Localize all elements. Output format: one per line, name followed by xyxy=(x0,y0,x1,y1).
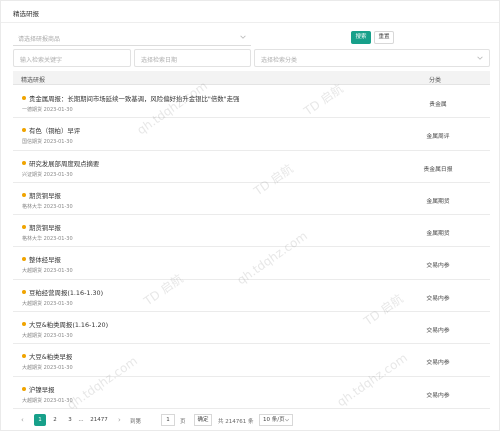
total-count: 共 214761 条 xyxy=(218,419,254,425)
report-meta: 大越期货 2023-01-30 xyxy=(22,397,73,404)
bullet-dot-icon xyxy=(22,160,26,165)
report-category: 金属期货 xyxy=(426,198,450,205)
report-title[interactable]: 有色（铜柏）早评 xyxy=(29,126,80,135)
bullet-dot-icon xyxy=(22,386,26,391)
report-meta: 大越期货 2023-01-30 xyxy=(22,300,73,307)
goto-label: 到第 xyxy=(130,419,142,425)
category-select[interactable]: 选择检索分类 xyxy=(254,49,490,67)
bullet-dot-icon xyxy=(22,225,26,230)
report-title[interactable]: 期货铜早报 xyxy=(29,223,61,232)
confirm-button[interactable]: 确定 xyxy=(194,414,212,426)
research-select[interactable]: 请选择研报商品 xyxy=(13,29,251,46)
table-header: 精选研报 分类 xyxy=(13,71,490,85)
header: 精选研报 xyxy=(1,1,499,23)
report-title[interactable]: 研究发展部周度观点摘要 xyxy=(29,159,99,168)
bullet-dot-icon xyxy=(22,289,26,294)
report-meta: 一德期货 2023-01-30 xyxy=(22,107,73,113)
column-header-title: 精选研报 xyxy=(21,77,46,84)
table-row[interactable]: 期货铜早报 格林大华 2023-01-30 金属期货 xyxy=(13,183,490,216)
page-title: 精选研报 xyxy=(13,10,39,18)
report-title[interactable]: 沪镍早报 xyxy=(29,385,55,394)
report-category: 金属期货 xyxy=(426,231,450,238)
report-category: 贵金属 xyxy=(429,102,447,108)
report-meta: 国信期货 2023-01-30 xyxy=(22,139,73,146)
bullet-dot-icon xyxy=(22,128,26,133)
report-title[interactable]: 大豆&粕类早报 xyxy=(29,352,72,361)
report-title[interactable]: 期货铜早报 xyxy=(29,191,61,200)
report-meta: 格林大华 2023-01-30 xyxy=(22,203,73,210)
keyword-placeholder: 输入检索关键字 xyxy=(20,57,63,64)
report-meta: 格林大华 2023-01-30 xyxy=(22,236,73,243)
chevron-down-icon xyxy=(477,56,483,60)
bullet-dot-icon xyxy=(22,192,26,197)
report-category: 交易内参 xyxy=(426,360,450,367)
page-button-2[interactable]: 2 xyxy=(49,414,61,426)
date-picker[interactable]: 选择检索日期 xyxy=(134,49,251,67)
keyword-input[interactable]: 输入检索关键字 xyxy=(13,49,131,67)
bullet-dot-icon xyxy=(22,354,26,359)
page-button-1[interactable]: 1 xyxy=(34,414,46,426)
prev-page-icon[interactable]: ‹ xyxy=(21,416,24,424)
category-placeholder: 选择检索分类 xyxy=(261,57,298,64)
page-button-last[interactable]: 21477 xyxy=(89,414,109,426)
bullet-dot-icon xyxy=(22,96,26,100)
pagination: ‹ 1 2 3 ... 21477 › 到第 1 页 确定 共 214761 条… xyxy=(13,413,490,429)
report-category: 交易内参 xyxy=(426,295,450,302)
report-category: 金属周评 xyxy=(426,134,450,141)
page-size-value: 10 条/页 xyxy=(263,417,285,423)
report-meta: 兴证期货 2023-01-30 xyxy=(22,171,73,178)
chevron-down-icon xyxy=(240,35,246,39)
page: 精选研报 请选择研报商品 搜索 重置 输入检索关键字 选择检索日期 选择检索分类… xyxy=(0,0,500,431)
reset-button[interactable]: 重置 xyxy=(374,31,394,44)
research-select-placeholder: 请选择研报商品 xyxy=(18,36,61,43)
report-title[interactable]: 豆粕经营周报(1.16-1.30) xyxy=(29,288,103,297)
table-row[interactable]: 豆粕经营周报(1.16-1.30) 大越期货 2023-01-30 交易内参 xyxy=(13,280,490,313)
table-row[interactable]: 沪镍早报 大越期货 2023-01-30 交易内参 xyxy=(13,377,490,409)
bullet-dot-icon xyxy=(22,257,26,262)
report-title[interactable]: 贵金属周报：长期期间市场延续一致基调，风险偏好抬升金银比"倍数"走强 xyxy=(29,94,239,103)
report-title[interactable]: 大豆&粕类周报(1.16-1.20) xyxy=(29,320,108,329)
report-category: 交易内参 xyxy=(426,263,450,270)
date-placeholder: 选择检索日期 xyxy=(141,57,178,64)
page-size-select[interactable]: 10 条/页 xyxy=(259,414,293,426)
table-row[interactable]: 整体经早报 大越期货 2023-01-30 交易内参 xyxy=(13,247,490,280)
chevron-down-icon xyxy=(284,418,290,422)
bullet-dot-icon xyxy=(22,322,26,327)
report-meta: 大越期货 2023-01-30 xyxy=(22,333,73,340)
report-category: 贵金属日报 xyxy=(423,166,453,173)
report-meta: 大越期货 2023-01-30 xyxy=(22,268,73,275)
page-ellipsis[interactable]: ... xyxy=(75,414,87,426)
page-unit-label: 页 xyxy=(180,419,186,425)
table-row[interactable]: 研究发展部周度观点摘要 兴证期货 2023-01-30 贵金属日报 xyxy=(13,151,490,183)
page-jump-input[interactable]: 1 xyxy=(161,414,175,426)
report-category: 交易内参 xyxy=(426,392,450,399)
report-list: 贵金属周报：长期期间市场延续一致基调，风险偏好抬升金银比"倍数"走强 一德期货 … xyxy=(13,86,490,409)
report-title[interactable]: 整体经早报 xyxy=(29,255,61,264)
column-header-category: 分类 xyxy=(429,77,442,84)
table-row[interactable]: 大豆&粕类周报(1.16-1.20) 大越期货 2023-01-30 交易内参 xyxy=(13,312,490,345)
next-page-icon[interactable]: › xyxy=(118,416,121,424)
table-row[interactable]: 有色（铜柏）早评 国信期货 2023-01-30 金属周评 xyxy=(13,118,490,151)
search-button[interactable]: 搜索 xyxy=(351,31,371,44)
report-category: 交易内参 xyxy=(426,328,450,335)
table-row[interactable]: 贵金属周报：长期期间市场延续一致基调，风险偏好抬升金银比"倍数"走强 一德期货 … xyxy=(13,86,490,119)
report-meta: 大越期货 2023-01-30 xyxy=(22,365,73,372)
table-row[interactable]: 大豆&粕类早报 大越期货 2023-01-30 交易内参 xyxy=(13,344,490,377)
table-row[interactable]: 期货铜早报 格林大华 2023-01-30 金属期货 xyxy=(13,215,490,248)
